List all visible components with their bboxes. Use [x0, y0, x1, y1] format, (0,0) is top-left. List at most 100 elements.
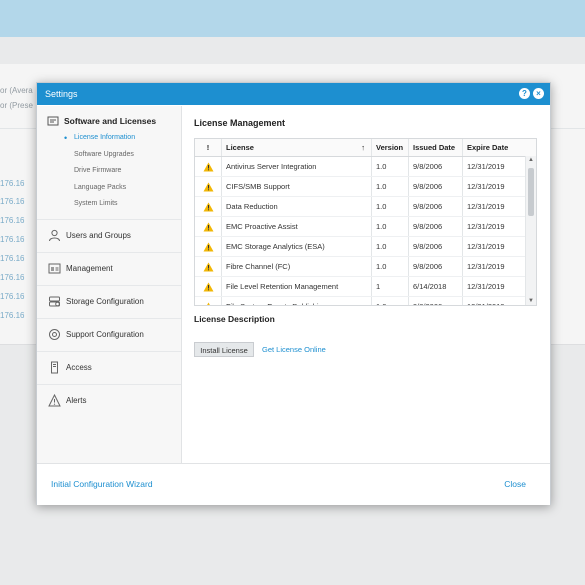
close-button[interactable]: Close: [504, 479, 526, 489]
sidebar-sub-language-packs[interactable]: Language Packs: [37, 180, 181, 197]
sidebar-item-alerts[interactable]: Alerts: [37, 383, 181, 417]
cell-expire: 12/31/2019: [467, 282, 505, 291]
table-row[interactable]: EMC Storage Analytics (ESA) 1.0 9/8/2006…: [195, 237, 536, 257]
sidebar-item-label: Support Configuration: [66, 330, 144, 339]
cell-license: Data Reduction: [222, 197, 372, 216]
access-icon: [47, 361, 61, 375]
table-scrollbar[interactable]: ▲ ▼: [525, 156, 536, 305]
warning-icon: [195, 257, 222, 276]
warning-icon: [195, 277, 222, 296]
warning-icon: [195, 297, 222, 305]
sidebar-item-support-configuration[interactable]: Support Configuration: [37, 317, 181, 351]
cell-version: 1: [372, 277, 409, 296]
sidebar-item-label: Users and Groups: [66, 231, 131, 240]
scroll-down-icon[interactable]: ▼: [526, 298, 536, 304]
warning-icon: [195, 197, 222, 216]
table-row[interactable]: Fibre Channel (FC) 1.0 9/8/2006 12/31/20…: [195, 257, 536, 277]
sidebar-item-software[interactable]: Software and Licenses: [37, 112, 181, 130]
cell-issued: 9/8/2006: [409, 257, 463, 276]
sidebar-group-software: Software and Licenses License Informatio…: [37, 112, 181, 213]
cell-issued: 9/8/2006: [409, 217, 463, 236]
column-header-license[interactable]: License ↑: [222, 139, 372, 156]
table-row[interactable]: CIFS/SMB Support 1.0 9/8/2006 12/31/2019: [195, 177, 536, 197]
cell-issued: 9/8/2006: [409, 197, 463, 216]
help-icon[interactable]: ?: [519, 88, 530, 99]
table-row[interactable]: Antivirus Server Integration 1.0 9/8/200…: [195, 157, 536, 177]
cell-license: Fibre Channel (FC): [222, 257, 372, 276]
sidebar-item-management[interactable]: Management: [37, 251, 181, 285]
table-row[interactable]: Data Reduction 1.0 9/8/2006 12/31/2019: [195, 197, 536, 217]
dialog-titlebar: Settings ? ×: [37, 83, 550, 105]
top-banner: [0, 0, 585, 37]
cell-expire: 12/31/2019: [467, 262, 505, 271]
sidebar-sub-drive-firmware[interactable]: Drive Firmware: [37, 163, 181, 180]
sidebar-item-users-groups[interactable]: Users and Groups: [37, 218, 181, 252]
close-icon[interactable]: ×: [533, 88, 544, 99]
column-header-expire-date[interactable]: Expire Date: [463, 139, 526, 156]
cell-license: File System Events Publishing: [222, 297, 372, 305]
page-title: License Management: [194, 118, 286, 128]
initial-configuration-wizard-link[interactable]: Initial Configuration Wizard: [51, 479, 153, 489]
license-management-panel: License Management ! License ↑ Version I…: [194, 118, 544, 357]
cell-expire: 12/31/2019: [467, 162, 505, 171]
software-icon: [47, 115, 59, 127]
cell-version: 1.0: [372, 297, 409, 305]
storage-icon: [47, 295, 61, 309]
cell-license: Antivirus Server Integration: [222, 157, 372, 176]
cell-license: CIFS/SMB Support: [222, 177, 372, 196]
cell-expire: 12/31/2019: [463, 297, 526, 305]
cell-version: 1.0: [372, 197, 409, 216]
cell-expire: 12/31/2019: [467, 182, 505, 191]
license-description-title: License Description: [194, 314, 275, 324]
sidebar-item-label: Software and Licenses: [64, 116, 157, 126]
cell-version: 1.0: [372, 177, 409, 196]
cell-issued: 9/8/2006: [409, 157, 463, 176]
table-header: ! License ↑ Version Issued Date Expire D…: [195, 139, 536, 157]
settings-dialog: Settings ? × Software and Licenses Licen…: [36, 82, 551, 505]
cell-issued: 9/8/2006: [409, 297, 463, 305]
alert-icon: [47, 394, 61, 408]
sidebar-item-access[interactable]: Access: [37, 350, 181, 384]
sidebar-item-label: Alerts: [66, 396, 87, 405]
sidebar-item-label: Storage Configuration: [66, 297, 144, 306]
management-icon: [47, 262, 61, 276]
column-header-label: License: [226, 143, 254, 152]
settings-sidebar: Software and Licenses License Informatio…: [37, 106, 182, 463]
cell-version: 1.0: [372, 237, 409, 256]
sidebar-sub-software-upgrades[interactable]: Software Upgrades: [37, 147, 181, 164]
cell-license: EMC Storage Analytics (ESA): [222, 237, 372, 256]
cell-license: EMC Proactive Assist: [222, 217, 372, 236]
cell-version: 1.0: [372, 257, 409, 276]
cell-issued: 9/8/2006: [409, 177, 463, 196]
support-icon: [47, 328, 61, 342]
cell-issued: 9/8/2006: [409, 237, 463, 256]
table-row[interactable]: EMC Proactive Assist 1.0 9/8/2006 12/31/…: [195, 217, 536, 237]
get-license-online-link[interactable]: Get License Online: [262, 342, 326, 357]
sidebar-sub-system-limits[interactable]: System Limits: [37, 196, 181, 213]
scroll-up-icon[interactable]: ▲: [526, 157, 536, 163]
sidebar-item-label: Management: [66, 264, 113, 273]
table-row[interactable]: File System Events Publishing 1.0 9/8/20…: [195, 297, 536, 305]
column-header-status[interactable]: !: [195, 139, 222, 156]
table-row[interactable]: File Level Retention Management 1 6/14/2…: [195, 277, 536, 297]
license-table: ! License ↑ Version Issued Date Expire D…: [194, 138, 537, 306]
warning-icon: [195, 217, 222, 236]
cell-expire: 12/31/2019: [467, 242, 505, 251]
user-icon: [47, 229, 61, 243]
cell-version: 1.0: [372, 157, 409, 176]
column-header-version[interactable]: Version: [372, 139, 409, 156]
cell-issued: 6/14/2018: [409, 277, 463, 296]
sidebar-item-label: Access: [66, 363, 92, 372]
install-license-button[interactable]: Install License: [194, 342, 254, 357]
warning-icon: [195, 237, 222, 256]
dialog-footer: Initial Configuration Wizard Close: [37, 463, 550, 505]
warning-icon: [195, 157, 222, 176]
scrollbar-thumb[interactable]: [528, 168, 534, 216]
cell-expire: 12/31/2019: [467, 222, 505, 231]
dialog-title: Settings: [45, 89, 78, 99]
sidebar-sub-license-information[interactable]: License Information: [37, 130, 181, 147]
warning-icon: [195, 177, 222, 196]
sidebar-item-storage-configuration[interactable]: Storage Configuration: [37, 284, 181, 318]
column-header-issued-date[interactable]: Issued Date: [409, 139, 463, 156]
sort-ascending-icon: ↑: [361, 143, 365, 152]
